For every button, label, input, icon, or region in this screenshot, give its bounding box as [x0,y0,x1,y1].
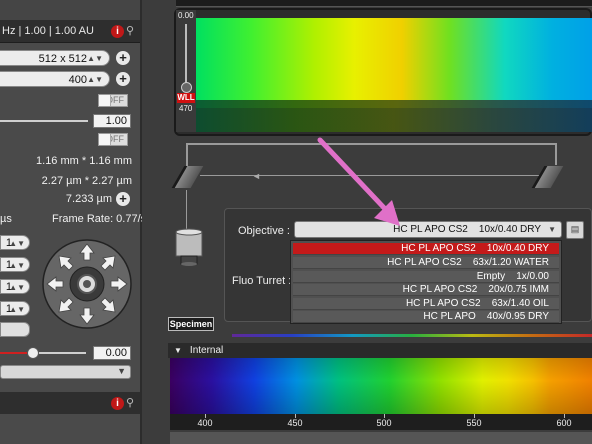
add-step-button[interactable]: + [116,192,130,206]
wll-badge: WLL [177,93,195,103]
wll-slider-knob[interactable] [181,82,192,93]
step-size-text: 7.233 µm [65,193,112,205]
internal-title: Internal [189,345,224,356]
unit-label: µs [0,213,12,225]
objective-lens-icon [175,228,203,266]
updown-icon: ▲▼ [87,75,103,84]
axis-label: 500 [376,418,392,428]
spectrum-divider [232,334,592,337]
objective-option[interactable]: HC PL APO CS2 63x/1.40 OIL [293,298,559,310]
info-icon[interactable]: i [111,25,124,38]
axis-label: 600 [556,418,572,428]
chevron-down-icon: ▼ [548,225,556,234]
slider-knob[interactable] [27,347,39,359]
spin-box-1[interactable]: 1 ▲▼ [0,235,30,250]
pin-icon[interactable]: ⚲ [126,24,134,37]
spin-box-3[interactable]: 1 ▲▼ [0,279,30,294]
slider-value: 0.00 [105,347,127,359]
collapse-triangle-icon: ▼ [174,346,182,355]
wll-spectrum-shade [196,100,592,132]
blank-field[interactable] [0,322,30,337]
objective-settings-button[interactable]: ▤ [566,221,584,239]
beam-line [555,143,557,165]
add-format-button[interactable]: + [116,51,130,65]
format-select[interactable]: 512 x 512 ▲▼ [0,50,110,66]
specimen-label: Specimen [168,317,214,331]
axis-label: 400 [197,418,213,428]
beam-line [186,190,187,230]
speed-value: 400 [68,74,87,86]
slider-value-input[interactable]: 0.00 [93,346,131,360]
toggle-switch-2[interactable]: OFF [98,133,128,146]
wll-wavelength: 470 [179,104,193,113]
frame-rate-text: Frame Rate: 0.77/s [52,213,147,225]
field-size-text: 1.16 mm * 1.16 mm [36,155,132,167]
panel-top-strip [0,0,140,20]
fluo-turret-label: Fluo Turret : [232,275,292,287]
format-value: 512 x 512 [38,53,87,65]
objective-option[interactable]: HC PL APO CS2 10x/0.40 DRY [293,243,559,255]
objective-label: Objective : [238,225,290,237]
objective-option[interactable]: HC PL APO CS2 63x/1.20 WATER [293,257,559,269]
red-slider-track[interactable] [32,352,86,354]
objective-dropdown-list: HC PL APO CS2 10x/0.40 DRY HC PL APO CS2… [290,240,562,324]
toggle-2-label: OFF [106,134,124,144]
chevron-down-icon: ▼ [117,366,126,376]
updown-icon: ▲▼ [9,261,25,270]
spin-box-2[interactable]: 1 ▲▼ [0,257,30,272]
speed-select[interactable]: 400 ▲▼ [0,71,110,87]
internal-header[interactable]: ▼ Internal [168,343,592,358]
spin-box-4[interactable]: 1 ▲▼ [0,301,30,316]
zoom-slider-track[interactable] [0,120,88,122]
wll-slider-line [185,24,187,84]
objective-option[interactable]: HC PL APO CS2 20x/0.75 IMM [293,284,559,296]
zoom-value: 1.00 [105,115,127,127]
stage-navigation-wheel[interactable] [42,238,132,330]
toggle-1-label: OFF [106,95,124,105]
axis-label: 450 [287,418,303,428]
axis-label: 550 [466,418,482,428]
updown-icon: ▲▼ [9,283,25,292]
pin-icon-2[interactable]: ⚲ [126,396,134,409]
top-strip [176,0,592,7]
annotation-arrow-icon [317,137,400,226]
toggle-switch-1[interactable]: OFF [98,94,128,107]
wll-top-value: 0.00 [178,11,194,20]
add-speed-button[interactable]: + [116,72,130,86]
internal-spectrum-shade [170,358,592,414]
bottom-strip [170,432,592,444]
pixel-size-text: 2.27 µm * 2.27 µm [41,175,132,187]
objective-option[interactable]: Empty 1x/0.00 [293,271,559,283]
beam-arrow-icon: ◄ [252,171,261,181]
objective-selected-value: HC PL APO CS2 10x/0.40 DRY [393,224,541,235]
updown-icon: ▲▼ [87,54,103,63]
updown-icon: ▲▼ [9,305,25,314]
zoom-input[interactable]: 1.00 [93,114,131,128]
wll-spectrum-gradient[interactable] [196,18,592,108]
objective-option[interactable]: HC PL APO 40x/0.95 DRY [293,311,559,323]
updown-icon: ▲▼ [9,239,25,248]
collapsed-select[interactable]: ▼ [0,365,131,379]
panel-header-text: Hz | 1.00 | 1.00 AU [2,25,94,37]
info-icon-2[interactable]: i [111,397,124,410]
